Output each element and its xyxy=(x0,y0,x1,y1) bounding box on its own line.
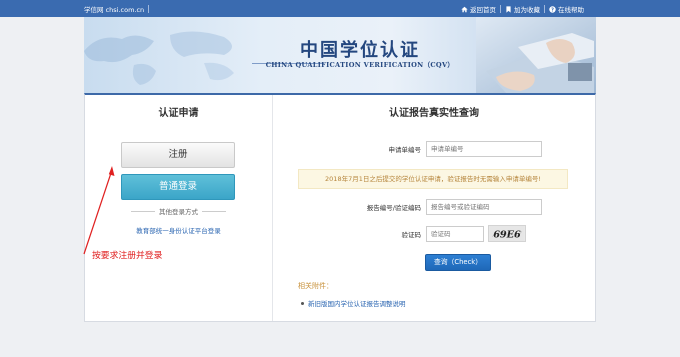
attachment-link-label: 新旧版国内学位认证报告调整说明 xyxy=(308,300,406,308)
bookmark-icon xyxy=(506,5,511,13)
report-no-label: 报告编号/验证编码 xyxy=(366,204,421,212)
annotation-arrow xyxy=(83,166,115,255)
home-link[interactable]: 返回首页 xyxy=(461,4,496,14)
main-panel: 认证申请 注册 普通登录 其他登录方式 教育部统一身份认证平台登录 认证报告真实… xyxy=(84,93,596,322)
site-name-text: 学信网 chsi.com.cn xyxy=(84,6,145,14)
report-no-input[interactable] xyxy=(426,199,542,215)
bookmark-link-label: 加为收藏 xyxy=(514,6,540,14)
header-banner: 中国学位认证 CHINA QUALIFICATION VERIFICATION（… xyxy=(84,17,596,93)
verify-section: 认证报告真实性查询 申请单编号 2018年7月1日之后提交的学位认证申请，验证报… xyxy=(273,95,595,321)
captcha-text: 69E6 xyxy=(493,229,521,240)
top-links: 返回首页 加为收藏 ? 在线帮助 xyxy=(461,4,584,14)
help-icon: ? xyxy=(549,5,556,13)
app-no-row: 申请单编号 xyxy=(273,141,595,157)
other-login-label: 其他登录方式 xyxy=(159,208,198,216)
verify-section-title: 认证报告真实性查询 xyxy=(389,108,479,119)
apply-section-title: 认证申请 xyxy=(158,108,199,119)
top-bar: 学信网 chsi.com.cn 返回首页 加为收藏 ? 在线帮助 xyxy=(0,0,680,17)
help-link-label: 在线帮助 xyxy=(558,6,584,14)
link-divider xyxy=(544,5,545,13)
captcha-row: 验证码 69E6 xyxy=(273,225,595,242)
captcha-image[interactable]: 69E6 xyxy=(488,225,526,242)
app-no-input[interactable] xyxy=(426,141,542,157)
app-no-label: 申请单编号 xyxy=(388,146,422,154)
notice-banner: 2018年7月1日之后提交的学位认证申请，验证报告时无需输入申请单编号! xyxy=(298,169,568,189)
annotation-text: 按要求注册并登录 xyxy=(92,251,163,261)
svg-text:?: ? xyxy=(551,7,554,13)
help-link[interactable]: ? 在线帮助 xyxy=(549,4,584,14)
report-no-row: 报告编号/验证编码 xyxy=(273,199,595,215)
attachments-title: 相关附件： xyxy=(298,282,333,290)
bookmark-link[interactable]: 加为收藏 xyxy=(505,4,540,14)
banner-photo-graphic xyxy=(476,17,596,93)
captcha-label: 验证码 xyxy=(401,231,422,239)
check-button[interactable]: 查询（Check） xyxy=(425,254,491,271)
home-link-label: 返回首页 xyxy=(470,6,496,14)
site-name[interactable]: 学信网 chsi.com.cn xyxy=(84,4,150,14)
captcha-input[interactable] xyxy=(426,226,484,242)
attachment-link[interactable]: 新旧版国内学位认证报告调整说明 xyxy=(301,298,406,308)
divider-line xyxy=(202,211,226,212)
bullet-dot xyxy=(301,302,304,305)
link-divider xyxy=(500,5,501,13)
home-icon xyxy=(461,6,468,12)
site-divider xyxy=(148,5,150,13)
